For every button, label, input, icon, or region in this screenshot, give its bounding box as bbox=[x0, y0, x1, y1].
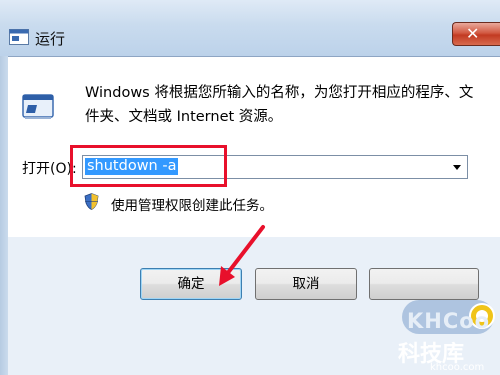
annotation-arrow-icon bbox=[219, 225, 265, 286]
run-program-icon bbox=[22, 94, 54, 119]
uac-shield-icon bbox=[84, 193, 99, 210]
title-bar[interactable]: 运行 ✕ bbox=[0, 0, 500, 56]
close-button[interactable]: ✕ bbox=[452, 22, 500, 46]
window-frame-left bbox=[0, 56, 8, 375]
annotation-highlight-box bbox=[70, 145, 227, 187]
watermark-site: khcoo.com bbox=[430, 362, 485, 373]
run-dialog-icon bbox=[9, 29, 29, 45]
close-icon: ✕ bbox=[466, 24, 480, 43]
admin-privilege-note: 使用管理权限创建此任务。 bbox=[111, 198, 273, 214]
dropdown-arrow-icon[interactable] bbox=[453, 165, 461, 170]
open-label: 打开(O): bbox=[22, 161, 77, 177]
watermark-brand: KHCoo bbox=[407, 309, 491, 333]
dialog-description: Windows 将根据您所输入的名称，为您打开相应的程序、文件夹、文档或 Int… bbox=[85, 85, 474, 125]
window-title: 运行 bbox=[35, 30, 66, 48]
